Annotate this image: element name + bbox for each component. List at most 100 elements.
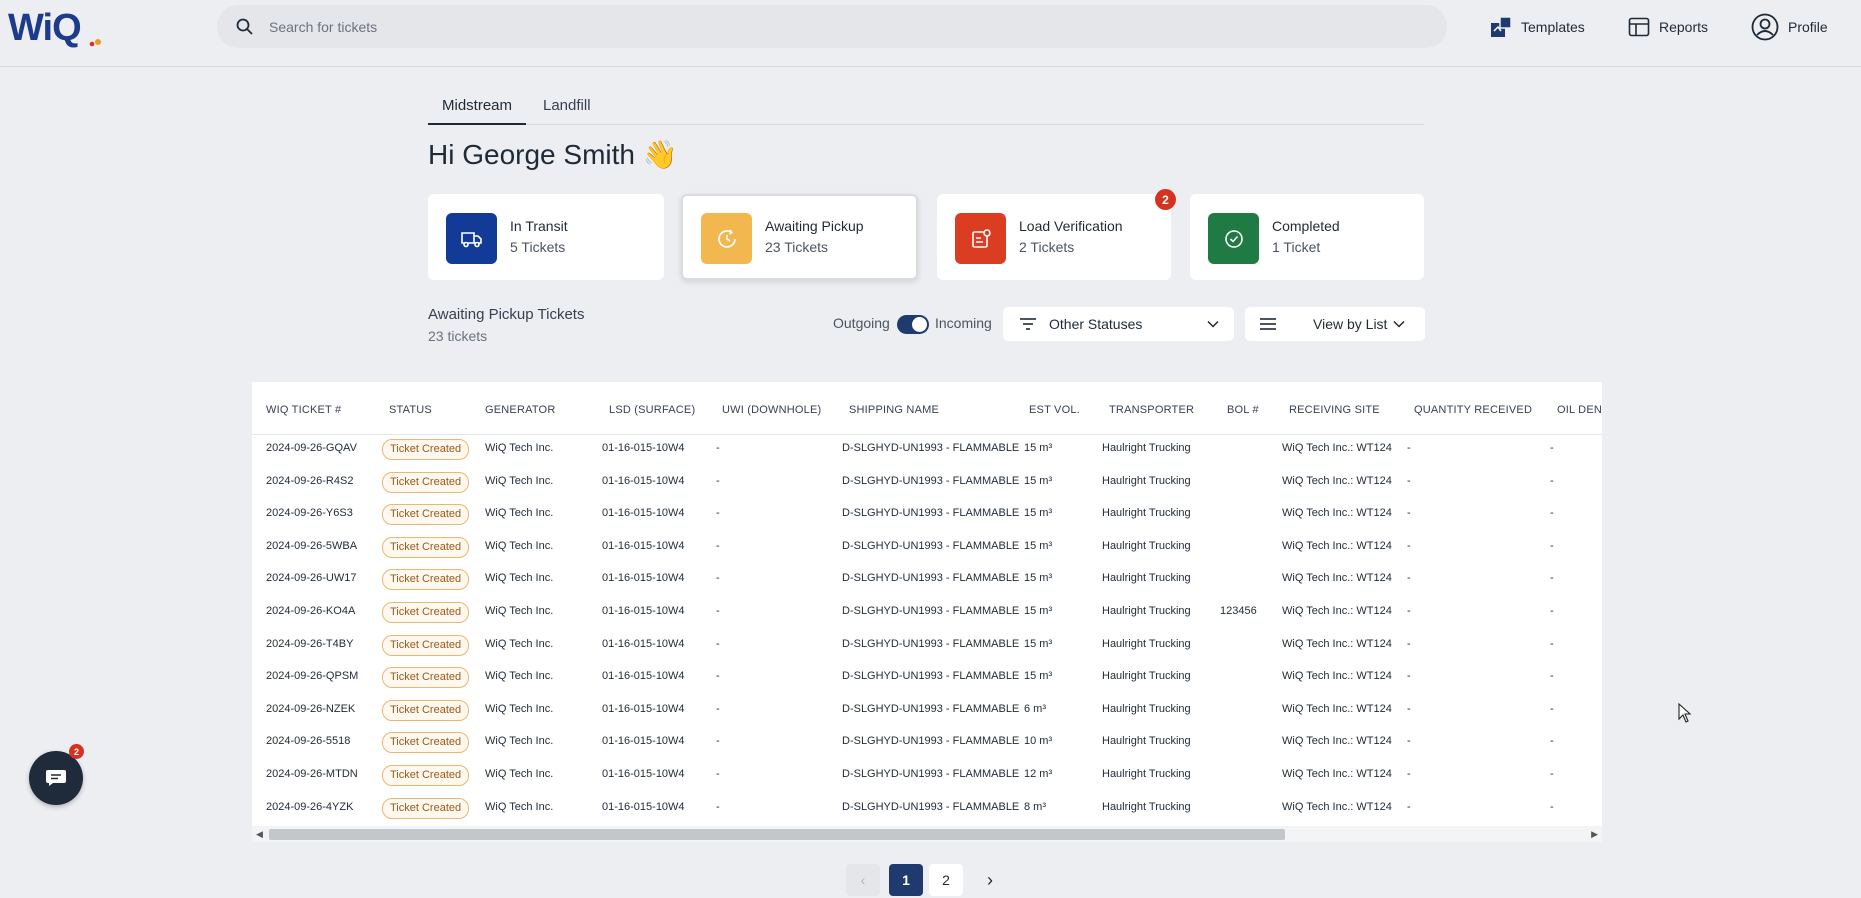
table-row[interactable]: 2024-09-26-4YZK Ticket Created WiQ Tech In… — [252, 793, 1602, 825]
cell-qty: - — [1407, 474, 1411, 487]
mouse-cursor-icon — [1678, 703, 1692, 723]
cell-generator: WiQ Tech Inc. — [485, 637, 554, 650]
cell-shipping: D-SLGHYD-UN1993 - FLAMMABLE — [842, 800, 1020, 813]
column-header-uwi[interactable]: UWI (DOWNHOLE) — [722, 404, 821, 416]
search-icon — [236, 18, 253, 35]
search-bar[interactable] — [217, 5, 1447, 48]
chat-launcher-button[interactable] — [29, 751, 83, 805]
table-row[interactable]: 2024-09-26-Y6S3 Ticket Created WiQ Tech In… — [252, 499, 1602, 531]
cell-ticket: 2024-09-26-NZEK — [266, 702, 356, 715]
table-row[interactable]: 2024-09-26-QPSM Ticket Created WiQ Tech In… — [252, 662, 1602, 694]
cell-ticket: 2024-09-26-5WBA — [266, 539, 358, 552]
tab-midstream[interactable]: Midstream — [428, 97, 527, 125]
cell-uwi: - — [716, 670, 720, 683]
card-title: Awaiting Pickup — [765, 218, 864, 234]
cell-transporter: Haulright Trucking — [1102, 768, 1191, 780]
table-row[interactable]: 2024-09-26-5WBA Ticket Created WiQ Tech In… — [252, 532, 1602, 564]
cell-oil: - — [1550, 702, 1554, 715]
cell-receiving: WiQ Tech Inc.: WT124 — [1282, 474, 1392, 487]
cell-generator: WiQ Tech Inc. — [485, 442, 554, 454]
column-header-lsd[interactable]: LSD (SURFACE) — [609, 404, 695, 416]
column-header-oil[interactable]: OIL DENS — [1557, 404, 1602, 416]
column-header-vol[interactable]: EST VOL. — [1029, 404, 1080, 416]
cell-oil: - — [1550, 735, 1554, 748]
cell-uwi: - — [716, 800, 720, 813]
table-row[interactable]: 2024-09-26-UW17 Ticket Created WiQ Tech In… — [252, 564, 1602, 596]
column-header-shipping[interactable]: SHIPPING NAME — [849, 404, 939, 416]
cell-shipping: D-SLGHYD-UN1993 - FLAMMABLE — [842, 474, 1020, 487]
cell-receiving: WiQ Tech Inc.: WT124 — [1282, 637, 1392, 650]
card-in-transit[interactable]: In Transit 5 Tickets — [428, 194, 664, 280]
status-filter-select[interactable]: Other Statuses — [1003, 307, 1234, 341]
cell-qty: - — [1407, 507, 1411, 520]
cell-lsd: 01-16-015-10W4 — [602, 735, 685, 748]
cell-oil: - — [1550, 507, 1554, 520]
column-header-qty[interactable]: QUANTITY RECEIVED — [1414, 404, 1532, 416]
cell-oil: - — [1550, 474, 1554, 487]
table-row[interactable]: 2024-09-26-T4BY Ticket Created WiQ Tech In… — [252, 630, 1602, 662]
column-header-receiving[interactable]: RECEIVING SITE — [1289, 404, 1380, 416]
status-badge: Ticket Created — [382, 765, 470, 786]
table-row[interactable]: 2024-09-26-KO4A Ticket Created WiQ Tech In… — [252, 597, 1602, 629]
direction-toggle[interactable] — [897, 315, 929, 334]
cell-oil: - — [1550, 572, 1554, 585]
nav-templates-label: Templates — [1521, 19, 1585, 35]
status-badge: Ticket Created — [382, 732, 470, 754]
cell-shipping: D-SLGHYD-UN1993 - FLAMMABLE — [842, 442, 1020, 454]
cell-ticket: 2024-09-26-MTDN — [266, 768, 358, 780]
nav-profile[interactable]: Profile — [1751, 12, 1828, 42]
load-verification-badge: 2 — [1155, 189, 1176, 210]
scroll-left-icon[interactable]: ◀ — [256, 829, 263, 840]
pagination-page-1[interactable]: 1 — [889, 864, 923, 896]
column-header-generator[interactable]: GENERATOR — [485, 404, 555, 416]
scrollbar-thumb[interactable] — [269, 829, 1285, 840]
horizontal-scrollbar[interactable]: ◀ ▶ — [252, 826, 1602, 842]
cell-shipping: D-SLGHYD-UN1993 - FLAMMABLE — [842, 637, 1020, 650]
cell-qty: - — [1407, 539, 1411, 552]
cell-uwi: - — [716, 702, 720, 715]
cell-transporter: Haulright Trucking — [1102, 507, 1191, 520]
table-row[interactable]: 2024-09-26-GQAV Ticket Created WiQ Tech In… — [252, 434, 1602, 466]
cell-transporter: Haulright Trucking — [1102, 474, 1191, 487]
cell-transporter: Haulright Trucking — [1102, 572, 1191, 585]
card-title: Completed — [1272, 218, 1340, 234]
pagination-page-2[interactable]: 2 — [929, 864, 963, 896]
card-completed[interactable]: Completed 1 Ticket — [1190, 194, 1424, 280]
cell-transporter: Haulright Trucking — [1102, 702, 1191, 715]
cell-generator: WiQ Tech Inc. — [485, 800, 554, 813]
cell-lsd: 01-16-015-10W4 — [602, 539, 685, 552]
pagination-prev-button[interactable]: ‹ — [846, 864, 880, 896]
column-header-bol[interactable]: BOL # — [1227, 404, 1259, 416]
cell-generator: WiQ Tech Inc. — [485, 768, 554, 780]
cell-uwi: - — [716, 735, 720, 748]
view-mode-label: View by List — [1313, 316, 1388, 332]
scroll-right-icon[interactable]: ▶ — [1591, 829, 1598, 840]
wiq-logo[interactable]: WiQ — [8, 4, 108, 48]
card-count: 2 Tickets — [1019, 239, 1075, 255]
cell-vol: 15 m³ — [1024, 474, 1053, 487]
table-row[interactable]: 2024-09-26-R4S2 Ticket Created WiQ Tech In… — [252, 467, 1602, 499]
table-row[interactable]: 2024-09-26-MTDN Ticket Created WiQ Tech In… — [252, 760, 1602, 792]
card-load-verification[interactable]: Load Verification 2 Tickets — [937, 194, 1171, 280]
status-badge: Ticket Created — [382, 699, 470, 721]
column-header-status[interactable]: STATUS — [389, 404, 432, 416]
column-header-ticket[interactable]: WIQ TICKET # — [266, 404, 341, 416]
pagination-next-button[interactable]: › — [973, 864, 1007, 896]
tab-landfill[interactable]: Landfill — [529, 97, 605, 123]
card-awaiting-pickup[interactable]: Awaiting Pickup 23 Tickets — [681, 194, 918, 280]
status-badge: Ticket Created — [382, 797, 470, 819]
nav-templates[interactable]: Templates — [1490, 12, 1585, 42]
cell-vol: 10 m³ — [1024, 735, 1053, 748]
nav-reports[interactable]: Reports — [1628, 12, 1708, 42]
cell-qty: - — [1407, 605, 1411, 617]
column-header-transporter[interactable]: TRANSPORTER — [1109, 404, 1194, 416]
filter-icon — [1020, 318, 1036, 330]
cell-vol: 15 m³ — [1024, 507, 1053, 520]
cell-lsd: 01-16-015-10W4 — [602, 474, 685, 487]
table-row[interactable]: 2024-09-26-5518 Ticket Created WiQ Tech In… — [252, 727, 1602, 759]
cell-shipping: D-SLGHYD-UN1993 - FLAMMABLE — [842, 539, 1020, 552]
view-mode-select[interactable]: View by List — [1245, 307, 1425, 341]
cell-ticket: 2024-09-26-GQAV — [266, 442, 357, 454]
search-input[interactable] — [267, 17, 1371, 36]
table-row[interactable]: 2024-09-26-NZEK Ticket Created WiQ Tech In… — [252, 695, 1602, 727]
